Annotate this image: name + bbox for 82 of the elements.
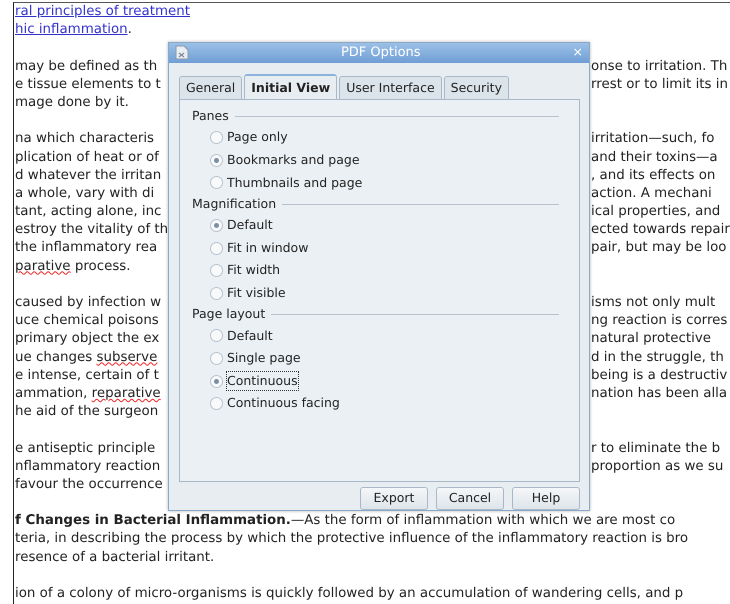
text-line: the inflammatory rea [15, 240, 158, 256]
radio-label[interactable]: Fit width [227, 261, 280, 280]
text-line: action. A mechani [591, 184, 712, 203]
tab[interactable]: Security [444, 76, 509, 100]
radio-button[interactable] [210, 219, 223, 232]
text-line: being is a destructiv [591, 366, 728, 385]
text-line: and their toxins—a [591, 148, 718, 166]
text-line: isms not only mult [591, 294, 716, 312]
text-line: , and its effects on [591, 166, 716, 185]
radio-label[interactable]: Fit in window [227, 238, 308, 258]
text-line: ng reaction is corres [591, 312, 728, 330]
text-line: . [128, 22, 132, 38]
text-line: e intense, certain of t [15, 368, 159, 383]
radio-button[interactable] [210, 131, 223, 144]
text-line: nation has been alla [591, 384, 728, 403]
tab[interactable]: General [179, 76, 242, 100]
radio-label[interactable]: Continuous facing [227, 394, 340, 414]
radio-button[interactable] [210, 329, 223, 342]
radio-label[interactable]: Default [227, 216, 273, 235]
radio-button[interactable] [210, 374, 223, 388]
tab[interactable]: Initial View [244, 74, 338, 100]
link[interactable]: hic inflammation [15, 22, 128, 38]
text-line: primary object the ex [15, 331, 160, 346]
text-line: favour the occurrence [15, 476, 163, 492]
text-line: d whatever the irritan [15, 168, 162, 183]
misspelled-word: subserve [96, 350, 158, 365]
text-line: onse to irritation. Th [591, 58, 728, 76]
text-line: e tissue elements to t [15, 76, 161, 92]
text-line: process. [74, 258, 131, 274]
text-line: e antiseptic principle [15, 440, 156, 456]
radio-button[interactable] [210, 286, 223, 300]
link[interactable]: ral principles of treatment [15, 4, 190, 19]
group-label: Magnification [192, 194, 276, 213]
text-line: resence of a bacterial irritant. [15, 548, 214, 567]
text-line: natural protective [591, 330, 712, 348]
radio-label[interactable]: Thumbnails and page [227, 174, 362, 192]
text-line: na which characteris [15, 131, 154, 146]
text-line: plication of heat or of [15, 150, 159, 164]
window-title: PDF Options [340, 44, 422, 62]
misspelled-word: reparative [92, 386, 161, 401]
radio-button[interactable] [210, 242, 223, 255]
dialog-button[interactable]: Export [360, 487, 428, 510]
text-line: he aid of the surgeon [15, 404, 158, 420]
radio-label[interactable]: Continuous [227, 372, 298, 390]
text-line: ical properties, and [591, 203, 720, 222]
group-label: Page layout [192, 305, 266, 324]
group-label: Panes [192, 107, 229, 126]
text-line: nflammatory reaction [15, 458, 160, 474]
radio-label[interactable]: Bookmarks and page [227, 150, 360, 170]
tab[interactable]: User Interface [339, 76, 442, 100]
text-line: uce chemical poisons [15, 313, 159, 328]
text-line: r to eliminate the b [591, 440, 720, 458]
radio-button[interactable] [210, 264, 223, 278]
radio-label[interactable]: Page only [227, 128, 288, 148]
text-line: a whole, vary with di [15, 186, 154, 201]
text-line: f Changes in Bacterial Inflammation.—As the form of inflammation with which we are most co [15, 512, 676, 530]
radio-label[interactable]: Single page [227, 349, 301, 368]
text-line: caused by infection w [15, 295, 162, 310]
text-line: rrest or to limit its in [591, 76, 728, 94]
dialog-button[interactable]: Help [512, 487, 580, 510]
text-line: ammation, [15, 386, 88, 401]
document-icon [175, 45, 189, 60]
text-line: estroy the vitality of th [15, 222, 168, 238]
text-line: ion of a colony of micro-organisms is quickly followed by an accumulation of wandering cells, and p [15, 585, 684, 603]
text-line: may be defined as th [15, 58, 158, 74]
radio-button[interactable] [210, 397, 223, 410]
dialog-button[interactable]: Cancel [436, 487, 504, 510]
radio-button[interactable] [210, 352, 223, 366]
text-line: d in the struggle, th [591, 348, 724, 367]
radio-label[interactable]: Fit visible [227, 284, 286, 303]
text-line: proportion as we su [591, 458, 724, 476]
radio-button[interactable] [210, 176, 223, 190]
text-line: teria, in describing the process by which the protective influence of the inflammatory reaction is bro [15, 530, 688, 548]
misspelled-word: parative [15, 258, 71, 274]
text-line: tant, acting alone, inc [15, 204, 162, 220]
radio-label[interactable]: Default [227, 326, 273, 346]
text-line: pair, but may be loo [591, 239, 726, 258]
text-line: ected towards repair [591, 221, 730, 240]
text-line: mage done by it. [15, 94, 129, 110]
radio-button[interactable] [210, 154, 223, 167]
text-line: ue changes [15, 350, 94, 365]
text-line: irritation—such, fo [591, 130, 714, 148]
